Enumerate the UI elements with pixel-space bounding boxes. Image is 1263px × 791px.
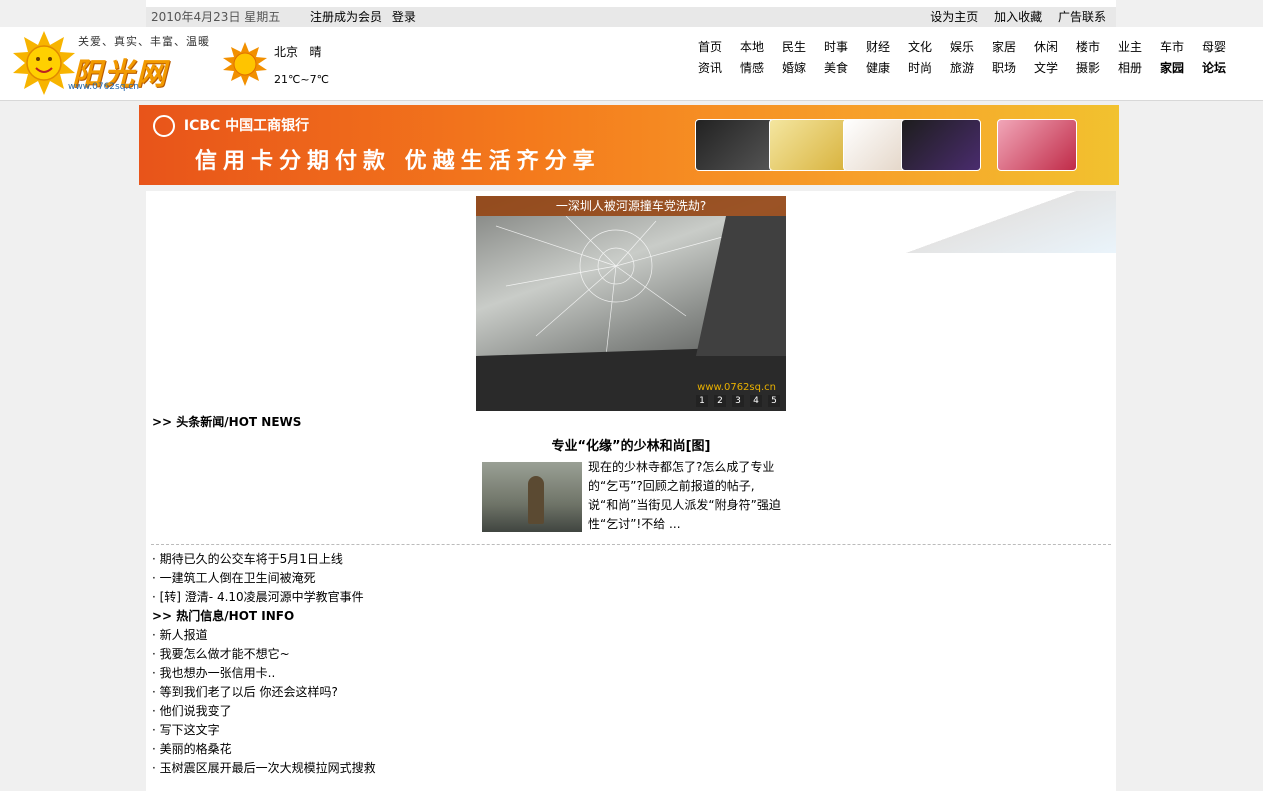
utility-links: 设为主页 加入收藏 广告联系	[918, 8, 1106, 25]
nav-link[interactable]: 时尚	[908, 61, 932, 75]
nav-row-2: 资讯 情感 婚嫁 美食 健康 时尚 旅游 职场 文学 摄影 相册 家园 论坛	[698, 59, 1238, 80]
slideshow-page-button[interactable]: 1	[696, 395, 708, 407]
list-item: · 一建筑工人倒在卫生间被淹死	[152, 569, 364, 588]
hot-info-title: >> 热门信息/HOT INFO	[152, 609, 295, 623]
register-link[interactable]: 注册成为会员	[310, 10, 382, 24]
nav-link[interactable]: 休闲	[1034, 40, 1058, 54]
news-link[interactable]: · 我也想办一张信用卡..	[152, 666, 275, 680]
weather-widget: 北京 晴 21℃~7℃	[274, 39, 329, 93]
set-home-link[interactable]: 设为主页	[930, 10, 978, 24]
news-link[interactable]: · 玉树震区展开最后一次大规模拉网式搜救	[152, 761, 376, 775]
nav-link[interactable]: 娱乐	[950, 40, 974, 54]
news-link[interactable]: · 美丽的格桑花	[152, 742, 232, 756]
nav-link[interactable]: 职场	[992, 61, 1016, 75]
news-link[interactable]: · 我要怎么做才能不想它~	[152, 647, 290, 661]
credit-card-image	[997, 119, 1077, 171]
nav-link[interactable]: 论坛	[1202, 61, 1226, 75]
slideshow-page-button[interactable]: 5	[768, 395, 780, 407]
hot-news-list: · 期待已久的公交车将于5月1日上线 · 一建筑工人倒在卫生间被淹死 · [转] 澄…	[152, 550, 364, 607]
slideshow-caption[interactable]: 一深圳人被河源撞车党洗劫?	[476, 196, 786, 216]
list-item: · 他们说我变了	[152, 702, 376, 721]
list-item: · 美丽的格桑花	[152, 740, 376, 759]
news-link[interactable]: · 期待已久的公交车将于5月1日上线	[152, 552, 343, 566]
nav-row-1: 首页 本地 民生 时事 财经 文化 娱乐 家居 休闲 楼市 业主 车市 母婴	[698, 38, 1238, 59]
nav-link[interactable]: 民生	[782, 40, 806, 54]
member-links: 注册成为会员 登录	[310, 8, 416, 25]
bank-name: ICBC 中国工商银行	[149, 115, 309, 137]
credit-card-image	[901, 119, 981, 171]
site-logo[interactable]: 关爱、真实、丰富、温暖 阳光网 www.0762sq.cn	[10, 27, 210, 97]
news-link[interactable]: · 一建筑工人倒在卫生间被淹死	[152, 571, 316, 585]
news-link[interactable]: · 新人报道	[152, 628, 208, 642]
add-favorite-link[interactable]: 加入收藏	[994, 10, 1042, 24]
logo-slogan: 关爱、真实、丰富、温暖	[78, 35, 210, 48]
news-link[interactable]: · [转] 澄清- 4.10凌晨河源中学教官事件	[152, 590, 364, 604]
nav-link[interactable]: 首页	[698, 40, 722, 54]
nav-link[interactable]: 本地	[740, 40, 764, 54]
list-item: · 等到我们老了以后 你还会这样吗?	[152, 683, 376, 702]
nav-link[interactable]: 美食	[824, 61, 848, 75]
headline-thumbnail[interactable]	[482, 462, 582, 532]
list-item: · [转] 澄清- 4.10凌晨河源中学教官事件	[152, 588, 364, 607]
icbc-banner-ad[interactable]: ICBC 中国工商银行 信用卡分期付款 优越生活齐分享	[139, 105, 1119, 185]
slideshow-page-button[interactable]: 3	[732, 395, 744, 407]
credit-card-image	[695, 119, 775, 171]
list-item: · 我要怎么做才能不想它~	[152, 645, 376, 664]
nav-link[interactable]: 家居	[992, 40, 1016, 54]
decorative-corner	[866, 191, 1116, 253]
list-item: · 我也想办一张信用卡..	[152, 664, 376, 683]
list-item: · 期待已久的公交车将于5月1日上线	[152, 550, 364, 569]
main-nav: 首页 本地 民生 时事 财经 文化 娱乐 家居 休闲 楼市 业主 车市 母婴 资讯 情感 婚嫁 美食 健康 时尚 旅…	[698, 38, 1238, 80]
news-link[interactable]: · 他们说我变了	[152, 704, 232, 718]
nav-link[interactable]: 时事	[824, 40, 848, 54]
list-item: · 写下这文字	[152, 721, 376, 740]
icbc-logo-icon	[153, 115, 175, 137]
ad-contact-link[interactable]: 广告联系	[1058, 10, 1106, 24]
slideshow-pager: 12345	[690, 392, 780, 407]
current-date: 2010年4月23日 星期五	[151, 10, 281, 24]
list-item: · 玉树震区展开最后一次大规模拉网式搜救	[152, 759, 376, 778]
content-panel: 一深圳人被河源撞车党洗劫? www.0762sq.cn 12345 >> 头条新…	[146, 191, 1116, 791]
nav-link[interactable]: 相册	[1118, 61, 1142, 75]
news-slideshow[interactable]: 一深圳人被河源撞车党洗劫? www.0762sq.cn 12345	[476, 196, 786, 411]
nav-link[interactable]: 健康	[866, 61, 890, 75]
divider	[151, 544, 1111, 545]
news-link[interactable]: · 等到我们老了以后 你还会这样吗?	[152, 685, 338, 699]
nav-link[interactable]: 旅游	[950, 61, 974, 75]
sunny-weather-icon	[223, 42, 267, 86]
nav-link[interactable]: 摄影	[1076, 61, 1100, 75]
site-header: 关爱、真实、丰富、温暖 阳光网 www.0762sq.cn 北京 晴 21℃~7…	[0, 27, 1263, 101]
nav-link[interactable]: 母婴	[1202, 40, 1226, 54]
weather-city: 北京	[274, 45, 299, 59]
nav-link[interactable]: 车市	[1160, 40, 1184, 54]
hot-info-list: · 新人报道 · 我要怎么做才能不想它~ · 我也想办一张信用卡.. · 等到我们老了…	[152, 626, 376, 778]
nav-link[interactable]: 文学	[1034, 61, 1058, 75]
logo-url: www.0762sq.cn	[68, 82, 139, 92]
hot-news-title: >> 头条新闻/HOT NEWS	[152, 415, 302, 429]
headline-summary: 现在的少林寺都怎了?怎么成了专业的“乞丐”?回顾之前报道的帖子,说“和尚”当街见…	[588, 460, 781, 531]
nav-link[interactable]: 楼市	[1076, 40, 1100, 54]
nav-link[interactable]: 婚嫁	[782, 61, 806, 75]
list-item: · 新人报道	[152, 626, 376, 645]
slideshow-page-button[interactable]: 2	[714, 395, 726, 407]
nav-link[interactable]: 情感	[740, 61, 764, 75]
nav-link[interactable]: 家园	[1160, 61, 1184, 75]
slideshow-page-button[interactable]: 4	[750, 395, 762, 407]
nav-link[interactable]: 文化	[908, 40, 932, 54]
news-link[interactable]: · 写下这文字	[152, 723, 220, 737]
credit-card-image	[769, 119, 849, 171]
banner-slogan: 信用卡分期付款 优越生活齐分享	[195, 149, 601, 174]
weather-condition: 晴	[309, 45, 322, 59]
headline-link[interactable]: 专业“化缘”的少林和尚[图]	[146, 435, 1116, 454]
nav-link[interactable]: 资讯	[698, 61, 722, 75]
weather-temperature: 21℃~7℃	[274, 73, 329, 86]
nav-link[interactable]: 业主	[1118, 40, 1142, 54]
nav-link[interactable]: 财经	[866, 40, 890, 54]
top-bar: 2010年4月23日 星期五 注册成为会员 登录 设为主页 加入收藏 广告联系	[146, 0, 1116, 27]
login-link[interactable]: 登录	[392, 10, 416, 24]
